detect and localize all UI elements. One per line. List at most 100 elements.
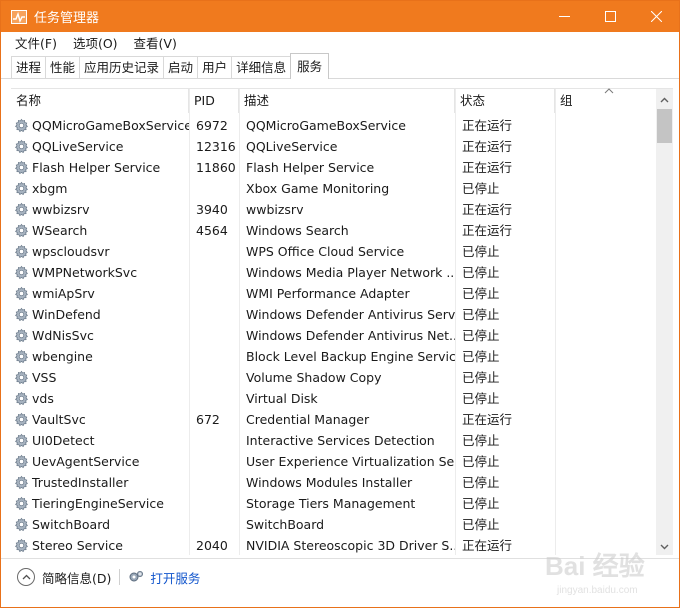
service-gear-icon <box>14 307 29 322</box>
service-name-cell: SwitchBoard <box>11 514 189 535</box>
service-status: 已停止 <box>462 349 500 364</box>
tab-app-history[interactable]: 应用历史记录 <box>79 56 165 78</box>
task-manager-icon <box>11 9 27 24</box>
service-group <box>555 535 654 555</box>
table-row[interactable]: UevAgentService User Experience Virtualiz… <box>11 451 654 472</box>
tab-details[interactable]: 详细信息 <box>231 56 292 78</box>
services-table: 名称 PID 描述 状态 组 QQMicroGameBoxService 6972… <box>11 88 673 555</box>
service-name-cell: wbengine <box>11 346 189 367</box>
service-group <box>555 367 654 388</box>
service-name-cell: Flash Helper Service <box>11 157 189 178</box>
table-row[interactable]: Flash Helper Service 11860 Flash Helper Se… <box>11 157 654 178</box>
tab-performance[interactable]: 性能 <box>45 56 81 78</box>
table-row[interactable]: SwitchBoard SwitchBoard 已停止 <box>11 514 654 535</box>
service-name: VaultSvc <box>32 412 86 427</box>
tab-services[interactable]: 服务 <box>290 53 330 79</box>
table-row[interactable]: Stereo Service 2040 NVIDIA Stereoscopic 3D… <box>11 535 654 555</box>
vertical-scrollbar[interactable] <box>656 89 673 555</box>
tab-users[interactable]: 用户 <box>197 56 233 78</box>
service-name-cell: WdNisSvc <box>11 325 189 346</box>
service-group <box>555 346 654 367</box>
service-status: 已停止 <box>462 454 500 469</box>
minimize-button[interactable] <box>541 1 587 32</box>
service-status: 已停止 <box>462 517 500 532</box>
service-status: 已停止 <box>462 286 500 301</box>
table-row[interactable]: QQMicroGameBoxService 6972 QQMicroGameBoxS… <box>11 115 654 136</box>
table-row[interactable]: VaultSvc 672 Credential Manager 正在运行 <box>11 409 654 430</box>
title-bar[interactable]: 任务管理器 <box>1 1 679 32</box>
maximize-button[interactable] <box>587 1 633 32</box>
service-name: wpscloudsvr <box>32 244 110 259</box>
table-row[interactable]: TrustedInstaller Windows Modules Installe… <box>11 472 654 493</box>
table-row[interactable]: WMPNetworkSvc Windows Media Player Networ… <box>11 262 654 283</box>
service-description: Windows Defender Antivirus Serv... <box>246 307 455 322</box>
service-description: Windows Search <box>246 223 349 238</box>
table-row[interactable]: wwbizsrv 3940 wwbizsrv 正在运行 <box>11 199 654 220</box>
table-row[interactable]: xbgm Xbox Game Monitoring 已停止 <box>11 178 654 199</box>
table-row[interactable]: wmiApSrv WMI Performance Adapter 已停止 <box>11 283 654 304</box>
menu-view[interactable]: 查看(V) <box>126 33 185 52</box>
table-row[interactable]: WdNisSvc Windows Defender Antivirus Net..… <box>11 325 654 346</box>
service-group <box>555 472 654 493</box>
table-row[interactable]: vds Virtual Disk 已停止 <box>11 388 654 409</box>
service-status: 已停止 <box>462 181 500 196</box>
gears-icon <box>129 571 144 582</box>
service-pid <box>189 472 239 493</box>
scroll-down-button[interactable] <box>656 538 673 555</box>
menu-options[interactable]: 选项(O) <box>65 33 126 52</box>
open-services-label: 打开服务 <box>150 570 201 586</box>
task-manager-window: 任务管理器 文件(F) 选项(O) 查看(V) 进程 性能 应用历史记录 启动 … <box>0 0 680 608</box>
table-row[interactable]: WSearch 4564 Windows Search 正在运行 <box>11 220 654 241</box>
sort-ascending-icon <box>604 88 614 94</box>
service-gear-icon <box>14 496 29 511</box>
service-group <box>555 115 654 136</box>
column-header-name[interactable]: 名称 <box>11 89 189 113</box>
service-pid <box>189 283 239 304</box>
service-description: Flash Helper Service <box>246 160 375 175</box>
service-description: wwbizsrv <box>246 202 304 217</box>
fewer-details-button[interactable]: 简略信息(D) <box>17 568 111 587</box>
column-header-pid[interactable]: PID <box>189 89 239 113</box>
service-name-cell: VSS <box>11 367 189 388</box>
tab-startup[interactable]: 启动 <box>163 56 199 78</box>
service-group <box>555 451 654 472</box>
table-header: 名称 PID 描述 状态 组 <box>11 88 654 113</box>
service-name: wmiApSrv <box>32 286 95 301</box>
close-button[interactable] <box>633 1 679 32</box>
service-gear-icon <box>14 412 29 427</box>
service-status: 已停止 <box>462 307 500 322</box>
service-group <box>555 283 654 304</box>
service-name-cell: WMPNetworkSvc <box>11 262 189 283</box>
table-row[interactable]: VSS Volume Shadow Copy 已停止 <box>11 367 654 388</box>
tab-processes[interactable]: 进程 <box>11 56 47 78</box>
table-row[interactable]: UI0Detect Interactive Services Detection 已… <box>11 430 654 451</box>
open-services-link[interactable]: 打开服务 <box>128 568 200 587</box>
table-row[interactable]: wbengine Block Level Backup Engine Servic… <box>11 346 654 367</box>
service-gear-icon <box>14 181 29 196</box>
column-header-status[interactable]: 状态 <box>455 89 555 113</box>
service-group <box>555 325 654 346</box>
service-name-cell: wmiApSrv <box>11 283 189 304</box>
service-name: Flash Helper Service <box>32 160 161 175</box>
table-row[interactable]: wpscloudsvr WPS Office Cloud Service 已停止 <box>11 241 654 262</box>
service-status: 正在运行 <box>462 412 513 427</box>
service-name: WSearch <box>32 223 88 238</box>
footer-separator <box>119 569 121 585</box>
table-row[interactable]: QQLiveService 12316 QQLiveService 正在运行 <box>11 136 654 157</box>
table-row[interactable]: WinDefend Windows Defender Antivirus Serv… <box>11 304 654 325</box>
menu-file[interactable]: 文件(F) <box>7 33 65 52</box>
close-icon <box>650 11 662 22</box>
column-header-description[interactable]: 描述 <box>239 89 455 113</box>
service-pid: 3940 <box>196 202 228 217</box>
scroll-thumb[interactable] <box>657 109 672 143</box>
table-row[interactable]: TieringEngineService Storage Tiers Manage… <box>11 493 654 514</box>
service-group <box>555 157 654 178</box>
scroll-up-button[interactable] <box>656 91 673 108</box>
service-description: Windows Media Player Network ... <box>246 265 455 280</box>
service-name: TrustedInstaller <box>32 475 129 490</box>
service-description: Windows Defender Antivirus Net... <box>246 328 455 343</box>
service-group <box>555 493 654 514</box>
service-gear-icon <box>14 517 29 532</box>
service-pid <box>189 241 239 262</box>
service-name-cell: wpscloudsvr <box>11 241 189 262</box>
